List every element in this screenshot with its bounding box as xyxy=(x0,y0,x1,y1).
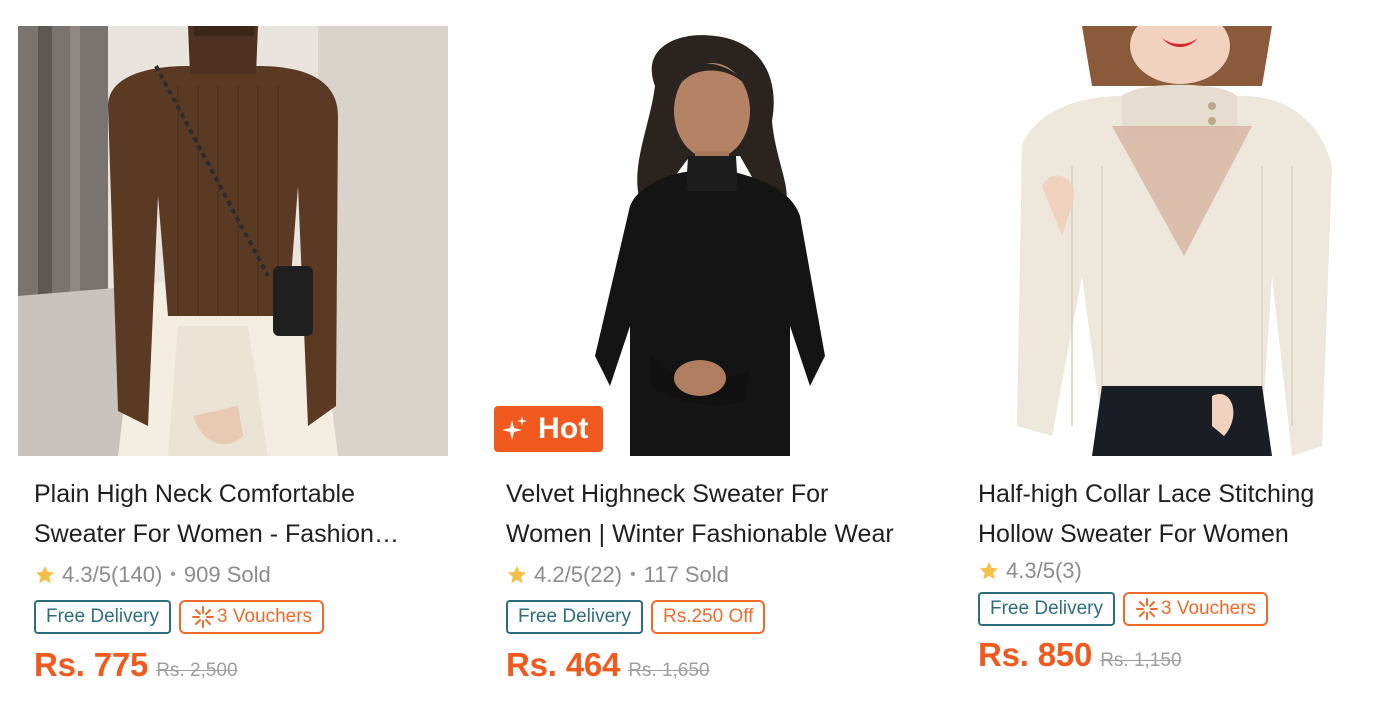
free-delivery-tag: Free Delivery xyxy=(34,600,171,634)
voucher-tag: 3 Vouchers xyxy=(178,600,325,634)
rating-row: 4.2/5 (22) • 117 Sold xyxy=(506,560,904,590)
discount-label: Rs.250 Off xyxy=(662,606,754,627)
price-row: Rs. 775 Rs. 2,500 xyxy=(34,646,432,684)
price-row: Rs. 850 Rs. 1,150 xyxy=(978,636,1376,674)
product-grid: Plain High Neck Comfortable Sweater For … xyxy=(0,0,1400,724)
voucher-burst-icon xyxy=(191,606,214,628)
current-price: Rs. 464 xyxy=(506,646,621,683)
free-delivery-tag: Free Delivery xyxy=(506,600,643,634)
review-count: (22) xyxy=(582,562,623,587)
rating-value: 4.3/5 xyxy=(1006,558,1055,583)
sold-count: 117 Sold xyxy=(643,562,729,587)
rating-value: 4.2/5 xyxy=(534,562,583,587)
rating-value: 4.3/5 xyxy=(62,562,111,587)
voucher-burst-icon xyxy=(1135,598,1158,620)
original-price: Rs. 2,500 xyxy=(156,660,238,681)
tag-row: Free Delivery 3 Vouchers xyxy=(978,592,1376,626)
voucher-tag: 3 Vouchers xyxy=(1122,592,1269,626)
separator-dot: • xyxy=(630,566,636,583)
star-icon xyxy=(35,565,55,584)
free-delivery-tag: Free Delivery xyxy=(978,592,1115,626)
star-icon xyxy=(979,561,999,580)
sparkle-icon xyxy=(502,416,527,440)
original-price: Rs. 1,650 xyxy=(628,660,710,681)
sold-count: 909 Sold xyxy=(183,562,271,587)
product-image[interactable] xyxy=(962,26,1392,456)
hot-badge: Hot xyxy=(494,406,603,452)
product-title[interactable]: Plain High Neck Comfortable Sweater For … xyxy=(34,474,432,554)
star-icon xyxy=(507,565,527,584)
product-image[interactable] xyxy=(18,26,448,456)
cream-lace-sweater-photo xyxy=(962,26,1392,456)
rating-row: 4.3/5 (140) • 909 Sold xyxy=(34,560,432,590)
product-title[interactable]: Half-high Collar Lace Stitching Hollow S… xyxy=(978,474,1376,554)
rating-row: 4.3/5 (3) xyxy=(978,556,1376,586)
product-title[interactable]: Velvet Highneck Sweater For Women | Wint… xyxy=(506,474,904,554)
price-row: Rs. 464 Rs. 1,650 xyxy=(506,646,904,684)
brown-sweater-photo xyxy=(18,26,448,456)
product-card[interactable]: Half-high Collar Lace Stitching Hollow S… xyxy=(962,26,1392,674)
separator-dot: • xyxy=(170,566,176,583)
discount-tag: Rs.250 Off xyxy=(650,600,766,634)
current-price: Rs. 775 xyxy=(34,646,149,683)
product-image[interactable]: Hot xyxy=(490,26,920,456)
voucher-label: 3 Vouchers xyxy=(1160,598,1257,619)
hot-badge-label: Hot xyxy=(538,412,589,445)
tag-row: Free Delivery Rs.250 Off xyxy=(506,600,904,634)
voucher-label: 3 Vouchers xyxy=(216,606,313,627)
black-sweater-photo xyxy=(490,26,920,456)
review-count: (3) xyxy=(1054,558,1082,583)
original-price: Rs. 1,150 xyxy=(1100,650,1182,671)
product-card[interactable]: Plain High Neck Comfortable Sweater For … xyxy=(18,26,448,684)
product-card[interactable]: Hot Velvet Highneck Sweater For Women | … xyxy=(490,26,920,684)
tag-row: Free Delivery 3 Vouchers xyxy=(34,600,432,634)
current-price: Rs. 850 xyxy=(978,636,1093,673)
review-count: (140) xyxy=(110,562,163,587)
